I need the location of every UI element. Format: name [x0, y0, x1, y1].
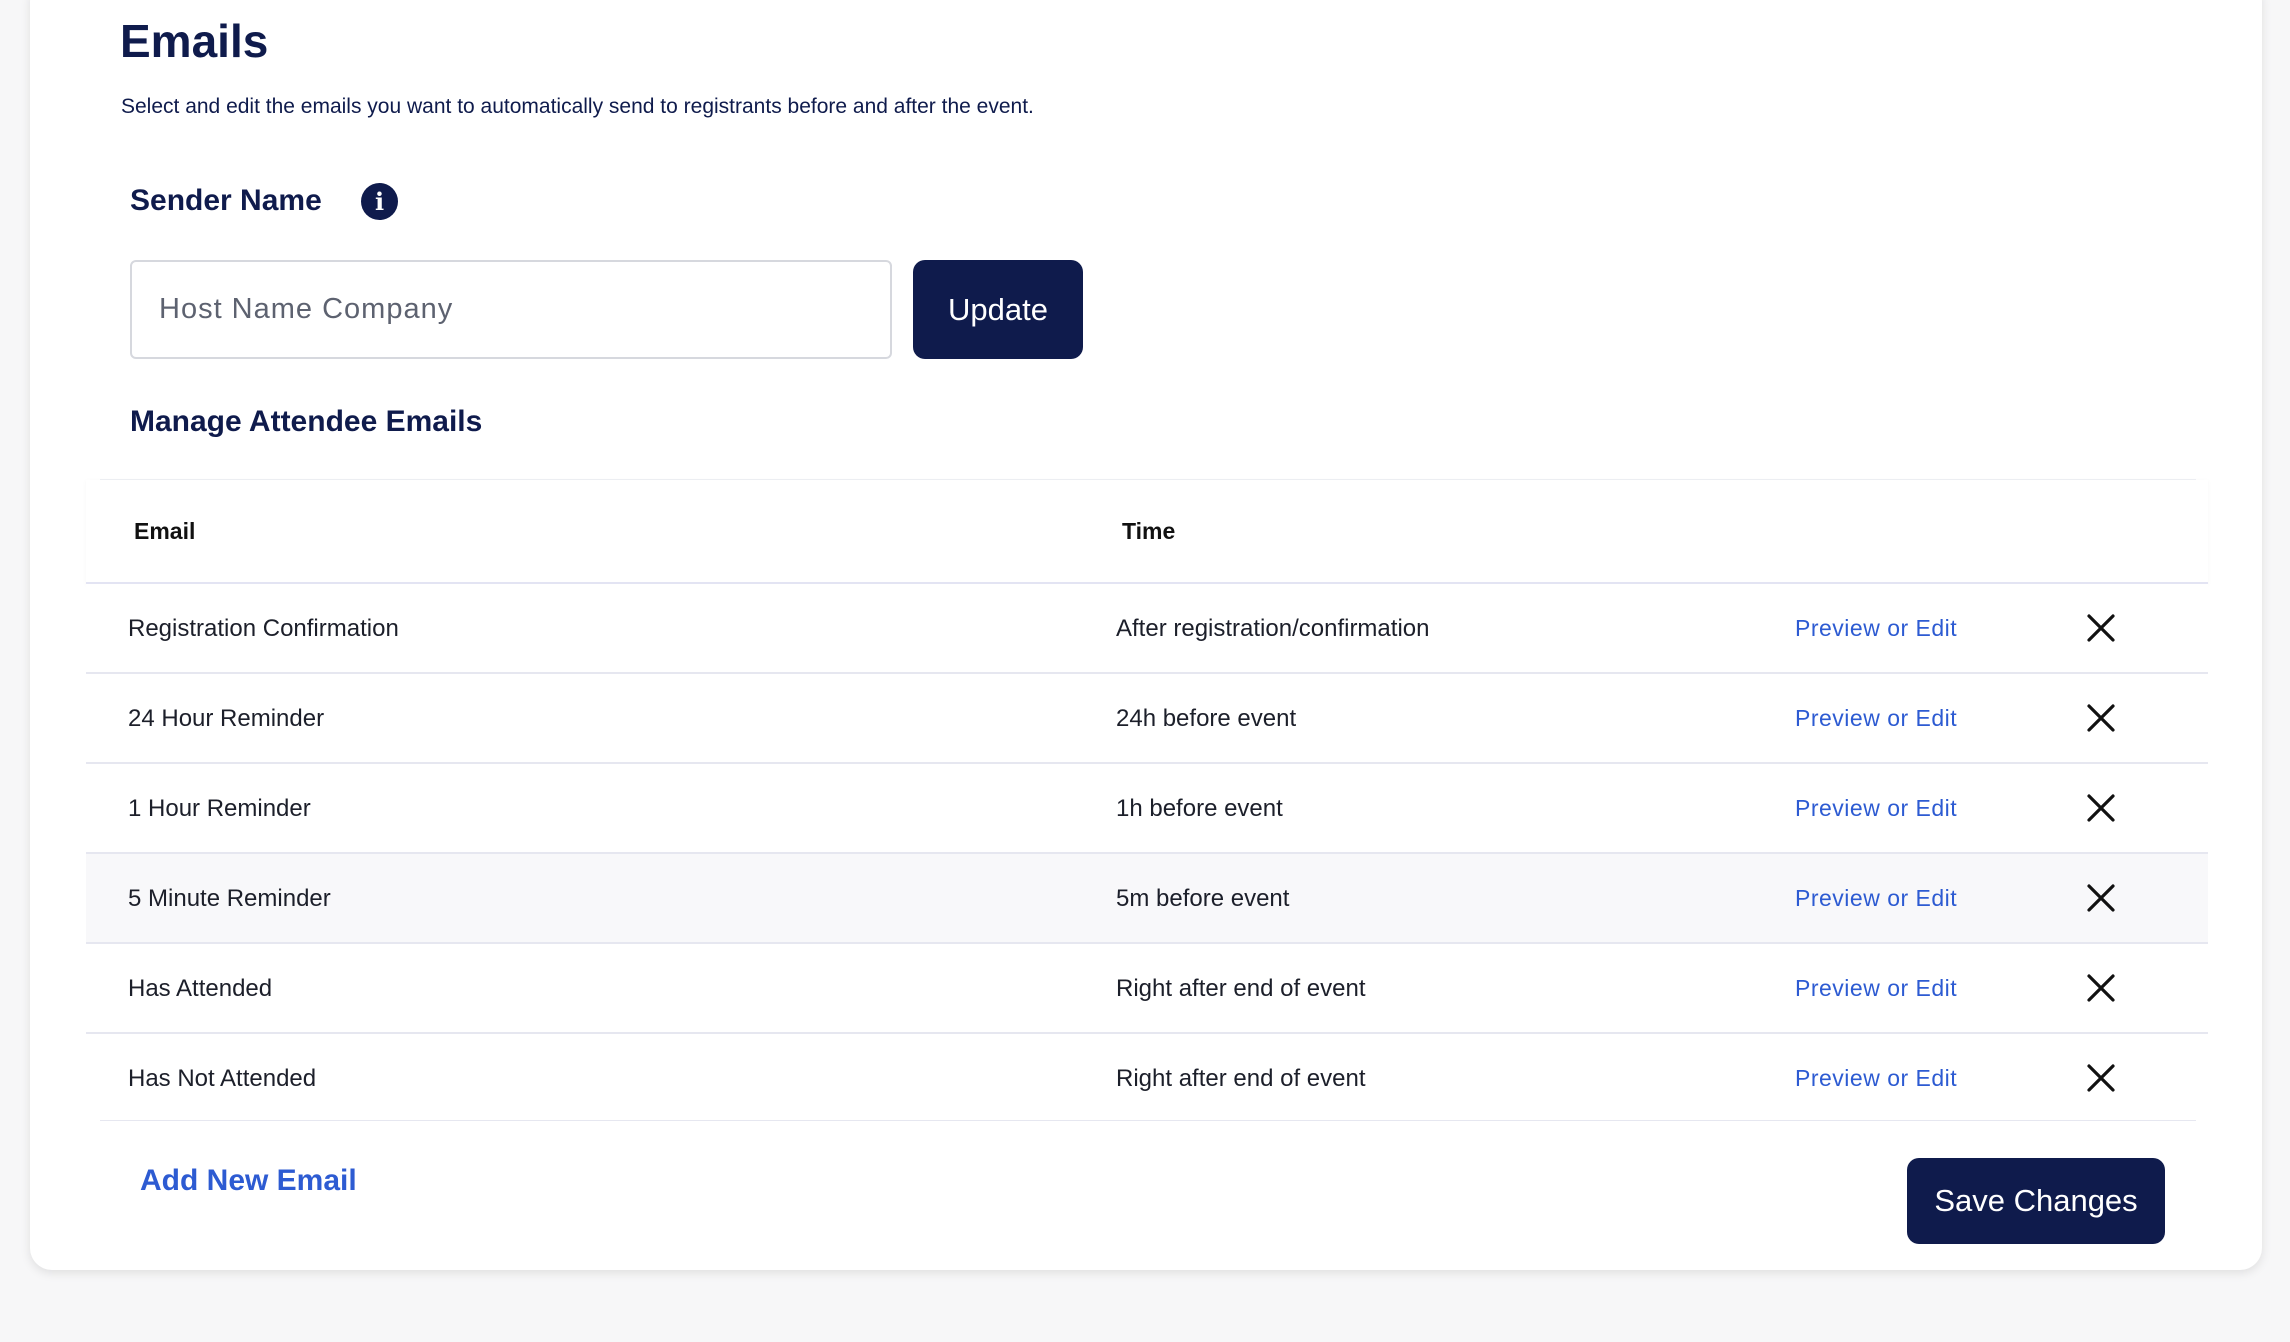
- table-row: 24 Hour Reminder 24h before event Previe…: [86, 674, 2208, 764]
- email-time: After registration/confirmation: [1116, 615, 1430, 642]
- table-divider: [100, 1120, 2196, 1121]
- add-new-email-link[interactable]: Add New Email: [140, 1164, 357, 1198]
- preview-or-edit-link[interactable]: Preview or Edit: [1795, 975, 1957, 1002]
- preview-or-edit-link[interactable]: Preview or Edit: [1795, 885, 1957, 912]
- table-header: Email Time: [86, 480, 2208, 584]
- page-subtitle: Select and edit the emails you want to a…: [121, 95, 1034, 118]
- table-row: 1 Hour Reminder 1h before event Preview …: [86, 764, 2208, 854]
- table-row: 5 Minute Reminder 5m before event Previe…: [86, 854, 2208, 944]
- table-row: Has Attended Right after end of event Pr…: [86, 944, 2208, 1034]
- preview-or-edit-link[interactable]: Preview or Edit: [1795, 795, 1957, 822]
- preview-or-edit-link[interactable]: Preview or Edit: [1795, 1065, 1957, 1092]
- close-icon[interactable]: [2084, 791, 2118, 825]
- update-button[interactable]: Update: [913, 260, 1083, 359]
- email-time: 5m before event: [1116, 885, 1290, 912]
- email-name: 1 Hour Reminder: [128, 795, 311, 822]
- table-row: Registration Confirmation After registra…: [86, 584, 2208, 674]
- sender-name-input[interactable]: [130, 260, 892, 359]
- column-header-email: Email: [134, 518, 196, 544]
- preview-or-edit-link[interactable]: Preview or Edit: [1795, 705, 1957, 732]
- close-icon[interactable]: [2084, 701, 2118, 735]
- info-icon[interactable]: i: [361, 183, 398, 220]
- email-name: 5 Minute Reminder: [128, 885, 331, 912]
- email-time: 24h before event: [1116, 705, 1297, 732]
- close-icon[interactable]: [2084, 881, 2118, 915]
- email-name: Has Not Attended: [128, 1065, 317, 1092]
- close-icon[interactable]: [2084, 1061, 2118, 1095]
- email-name: 24 Hour Reminder: [128, 705, 325, 732]
- email-time: Right after end of event: [1116, 1065, 1366, 1092]
- close-icon[interactable]: [2084, 611, 2118, 645]
- email-name: Has Attended: [128, 975, 273, 1002]
- emails-table: Email Time Registration Confirmation Aft…: [86, 480, 2208, 1122]
- email-time: 1h before event: [1116, 795, 1283, 822]
- manage-attendee-emails-heading: Manage Attendee Emails: [130, 405, 483, 438]
- preview-or-edit-link[interactable]: Preview or Edit: [1795, 615, 1957, 642]
- close-icon[interactable]: [2084, 971, 2118, 1005]
- email-time: Right after end of event: [1116, 975, 1366, 1002]
- page-title: Emails: [120, 15, 269, 67]
- sender-name-label: Sender Name: [130, 184, 322, 217]
- save-changes-button[interactable]: Save Changes: [1907, 1158, 2165, 1244]
- email-name: Registration Confirmation: [128, 615, 399, 642]
- table-row: Has Not Attended Right after end of even…: [86, 1034, 2208, 1122]
- column-header-time: Time: [1122, 518, 1176, 544]
